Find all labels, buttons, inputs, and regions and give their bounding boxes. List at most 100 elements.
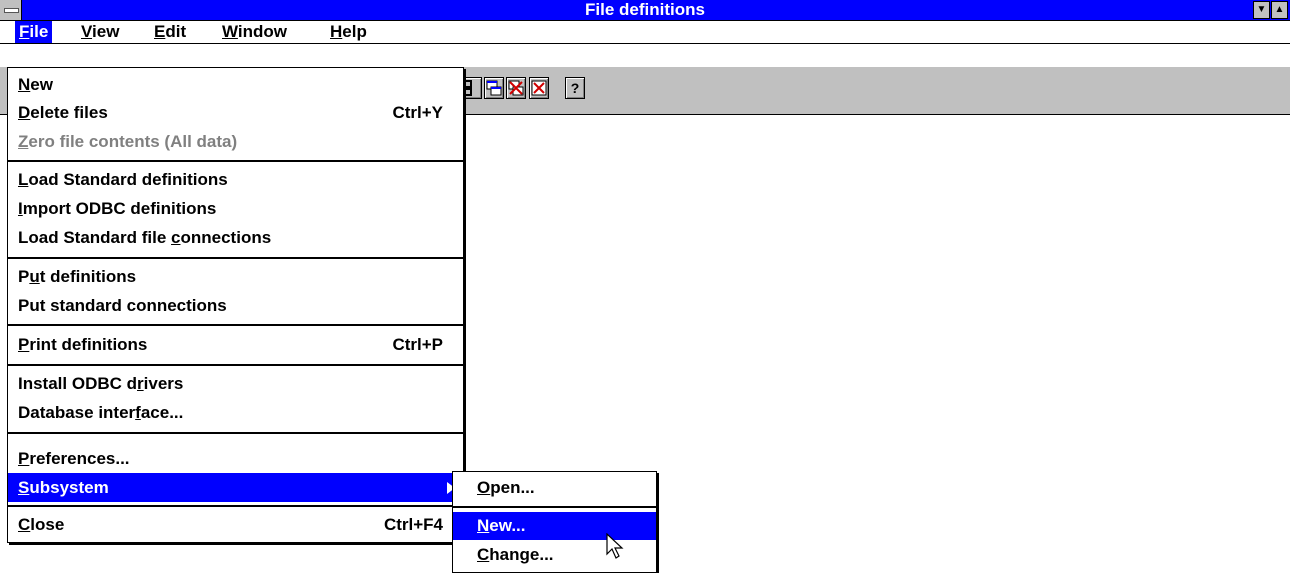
minimize-button[interactable]: ▼ bbox=[1253, 1, 1270, 19]
menu-view-mnemonic: V bbox=[81, 22, 93, 41]
menu-item-label: Subsystem bbox=[18, 473, 109, 502]
menu-item-load-standard-file-connections[interactable]: Load Standard file connections bbox=[8, 223, 463, 252]
menu-item-label: Zero file contents (All data) bbox=[18, 127, 237, 156]
menu-item-label: Delete files bbox=[18, 98, 108, 127]
label-mnemonic: N bbox=[477, 516, 490, 535]
menu-separator bbox=[8, 432, 463, 434]
menu-item-label: Import ODBC definitions bbox=[18, 194, 216, 223]
shortcut-label: Ctrl+P bbox=[392, 335, 443, 354]
label-mnemonic: S bbox=[18, 478, 30, 497]
label-pre: Put standard connections bbox=[18, 296, 227, 315]
menu-item-label: New bbox=[18, 70, 53, 99]
submenu-item-label: New... bbox=[477, 512, 526, 540]
label-pre: Load Standard file bbox=[18, 228, 172, 247]
menu-item-label: Preferences... bbox=[18, 444, 130, 473]
window-title: File definitions bbox=[585, 0, 705, 19]
menu-view[interactable]: View bbox=[77, 21, 123, 43]
menu-window[interactable]: Window bbox=[218, 21, 291, 43]
menu-item-put-standard-connections[interactable]: Put standard connections bbox=[8, 291, 463, 320]
label-post: t definitions bbox=[39, 267, 137, 286]
menu-item-label: Close bbox=[18, 510, 64, 539]
label-post: elete files bbox=[30, 103, 108, 122]
label-post: ubsystem bbox=[29, 478, 109, 497]
help-glyph: ? bbox=[570, 80, 580, 96]
menu-item-print-definitions[interactable]: Print definitions Ctrl+P bbox=[8, 330, 463, 359]
label-mnemonic: P bbox=[18, 335, 30, 354]
label-post: ero file contents (All data) bbox=[28, 132, 238, 151]
menu-item-label: Database interface... bbox=[18, 398, 183, 427]
menu-help[interactable]: Help bbox=[326, 21, 371, 43]
label-post: pen... bbox=[490, 478, 535, 497]
windows-icon[interactable] bbox=[484, 77, 504, 99]
label-post: references... bbox=[29, 449, 130, 468]
help-icon[interactable]: ? bbox=[565, 77, 585, 99]
label-mnemonic: c bbox=[171, 228, 181, 247]
menu-item-subsystem[interactable]: Subsystem bbox=[8, 473, 463, 502]
block-glyph bbox=[464, 80, 472, 96]
label-mnemonic: P bbox=[18, 449, 30, 468]
delete-window-glyph bbox=[508, 80, 524, 96]
menu-item-import-odbc-definitions[interactable]: Import ODBC definitions bbox=[8, 194, 463, 223]
menu-item-install-odbc-drivers[interactable]: Install ODBC drivers bbox=[8, 369, 463, 398]
menu-item-put-definitions[interactable]: Put definitions bbox=[8, 262, 463, 291]
menu-edit[interactable]: Edit bbox=[150, 21, 190, 43]
menu-item-close[interactable]: Close Ctrl+F4 bbox=[8, 510, 463, 539]
label-mnemonic: C bbox=[18, 515, 31, 534]
menu-separator bbox=[8, 505, 463, 507]
windows-glyph bbox=[486, 80, 502, 96]
menu-edit-label: dit bbox=[165, 22, 187, 41]
label-post: onnections bbox=[180, 228, 272, 247]
menu-item-label: Print definitions bbox=[18, 330, 147, 359]
menu-separator bbox=[8, 257, 463, 259]
label-mnemonic: r bbox=[137, 374, 144, 393]
close-x-icon[interactable] bbox=[529, 77, 549, 99]
label-pre: Database inter bbox=[18, 403, 136, 422]
menu-edit-mnemonic: E bbox=[154, 22, 166, 41]
menu-item-load-standard-definitions[interactable]: Load Standard definitions bbox=[8, 165, 463, 194]
menu-item-new[interactable]: New bbox=[8, 70, 463, 99]
mouse-pointer-icon bbox=[606, 533, 624, 559]
title-bar: File definitions ▼ ▲ bbox=[0, 0, 1290, 21]
menu-view-label: iew bbox=[92, 22, 120, 41]
menu-separator bbox=[8, 364, 463, 366]
label-post: rint definitions bbox=[29, 335, 148, 354]
label-mnemonic: u bbox=[29, 267, 40, 286]
menu-item-delete-files[interactable]: Delete files Ctrl+Y bbox=[8, 98, 463, 127]
label-mnemonic: L bbox=[18, 170, 29, 189]
submenu-item-label: Change... bbox=[477, 541, 554, 569]
menu-item-label: Load Standard file connections bbox=[18, 223, 271, 252]
menu-separator bbox=[453, 506, 656, 508]
shortcut-label: Ctrl+Y bbox=[392, 103, 443, 122]
label-pre: Install ODBC d bbox=[18, 374, 138, 393]
menu-file-mnemonic: F bbox=[19, 22, 30, 41]
label-pre: P bbox=[18, 267, 30, 286]
maximize-button[interactable]: ▲ bbox=[1271, 1, 1288, 19]
menu-item-label: Install ODBC drivers bbox=[18, 369, 183, 398]
label-post: mport ODBC definitions bbox=[22, 199, 217, 218]
label-post: ew bbox=[30, 75, 53, 94]
menu-file[interactable]: File bbox=[15, 21, 53, 43]
menu-separator bbox=[8, 324, 463, 326]
menu-item-label: Put definitions bbox=[18, 262, 136, 291]
delete-window-icon[interactable] bbox=[506, 77, 526, 99]
submenu-item-label: Open... bbox=[477, 474, 535, 502]
label-post: ew... bbox=[489, 516, 526, 535]
shortcut-label: Ctrl+F4 bbox=[383, 515, 443, 534]
menu-item-preferences[interactable]: Preferences... bbox=[8, 444, 463, 473]
label-post: ivers bbox=[143, 374, 184, 393]
label-post: ace... bbox=[140, 403, 184, 422]
menu-item-label: Load Standard definitions bbox=[18, 165, 228, 194]
menu-bar: File View Edit Window Help bbox=[0, 21, 1290, 44]
menu-item-label: Put standard connections bbox=[18, 291, 227, 320]
menu-help-mnemonic: H bbox=[330, 22, 343, 41]
close-x-glyph bbox=[531, 80, 547, 96]
menu-window-label: indow bbox=[237, 22, 288, 41]
menu-item-database-interface[interactable]: Database interface... bbox=[8, 398, 463, 427]
menu-help-label: elp bbox=[342, 22, 367, 41]
file-menu-dropdown: New Delete files Ctrl+Y Zero file content… bbox=[7, 67, 464, 543]
label-mnemonic: O bbox=[477, 478, 491, 497]
label-mnemonic: C bbox=[477, 545, 490, 564]
submenu-item-open[interactable]: Open... bbox=[453, 474, 656, 502]
label-post: hange... bbox=[489, 545, 554, 564]
block-icon[interactable] bbox=[462, 77, 482, 99]
